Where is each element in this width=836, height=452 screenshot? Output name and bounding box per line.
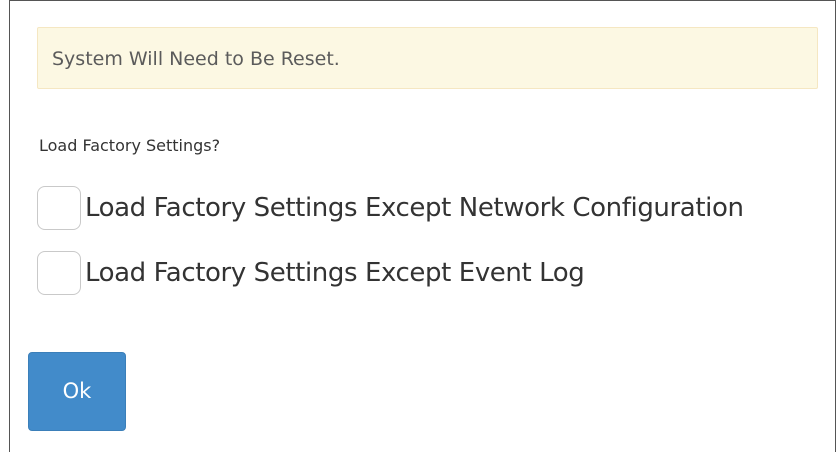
load-factory-settings-question: Load Factory Settings?	[39, 136, 221, 155]
except-network-configuration-label: Load Factory Settings Except Network Con…	[85, 193, 744, 223]
except-event-log-label: Load Factory Settings Except Event Log	[85, 258, 585, 288]
ok-button[interactable]: Ok	[28, 352, 126, 431]
warning-alert-message: System Will Need to Be Reset.	[52, 48, 340, 70]
except-network-configuration-checkbox[interactable]	[37, 186, 81, 230]
option-except-event-log[interactable]: Load Factory Settings Except Event Log	[37, 251, 585, 295]
except-event-log-checkbox[interactable]	[37, 251, 81, 295]
warning-alert: System Will Need to Be Reset.	[37, 27, 818, 89]
option-except-network-configuration[interactable]: Load Factory Settings Except Network Con…	[37, 186, 744, 230]
factory-reset-panel: System Will Need to Be Reset. Load Facto…	[9, 0, 836, 452]
